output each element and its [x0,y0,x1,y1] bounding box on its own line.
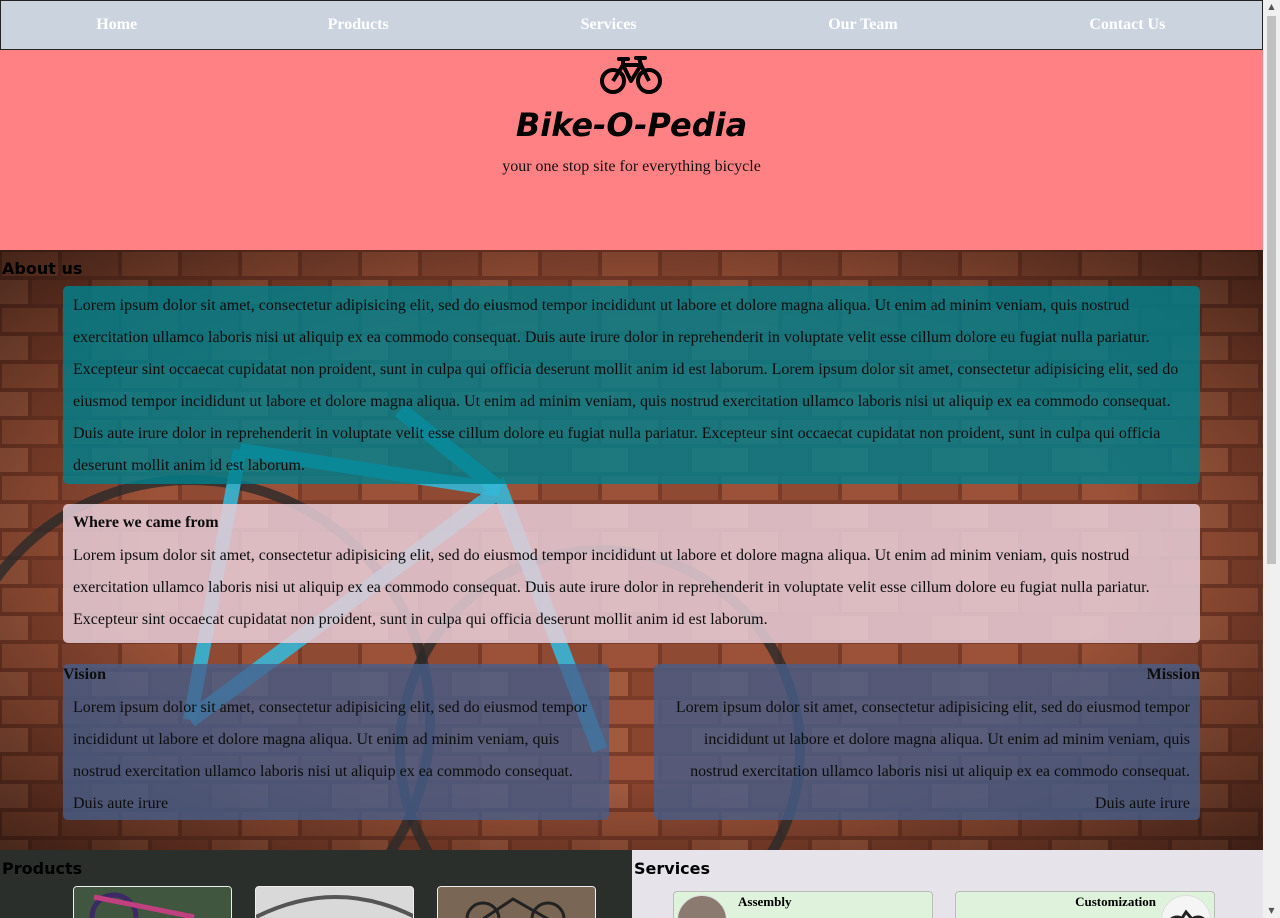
scrollbar-thumb[interactable] [1267,16,1276,564]
nav-our-team-link[interactable]: Our Team [733,16,992,34]
services-heading: Services [634,859,711,878]
top-navbar: Home Products Services Our Team Contact … [0,0,1263,50]
vision-title: Vision [63,666,106,683]
nav-home-link[interactable]: Home [1,16,232,34]
nav-contact-us-link[interactable]: Contact Us [993,16,1262,34]
nav-services-link[interactable]: Services [484,16,733,34]
product-image-2 [256,887,413,918]
service-label-customization: Customization [1075,894,1156,909]
about-intro-text: Lorem ipsum dolor sit amet, consectetur … [73,297,1179,474]
mission-title: Mission [1146,666,1200,683]
about-heading: About us [2,259,83,278]
product-image-1 [74,887,231,918]
site-tagline: your one stop site for everything bicycl… [502,158,761,175]
service-card-assembly[interactable]: Assembly [673,891,933,918]
scroll-down-arrow-icon[interactable]: ▼ [1267,907,1276,915]
nav-products-link[interactable]: Products [232,16,483,34]
products-heading: Products [2,859,83,878]
mission-text: Lorem ipsum dolor sit amet, consectetur … [675,699,1190,812]
vision-box: Vision Lorem ipsum dolor sit amet, conse… [63,664,609,820]
origin-box: Where we came from Lorem ipsum dolor sit… [63,504,1200,643]
service-label-assembly: Assembly [738,894,792,909]
product-thumbnail-2[interactable] [255,886,414,918]
services-section: Services Assembly Customization [632,850,1263,918]
scroll-up-arrow-icon[interactable]: ▲ [1267,3,1276,11]
products-section: Products [0,850,632,918]
vision-text: Lorem ipsum dolor sit amet, consectetur … [73,699,588,812]
page-scrollbar[interactable]: ▲ ▼ [1263,0,1280,918]
origin-title: Where we came from [73,514,219,531]
bicycle-icon [600,56,662,94]
bicycle-icon [1170,909,1205,918]
about-intro-box: Lorem ipsum dolor sit amet, consectetur … [63,286,1200,484]
assembly-avatar [677,895,727,918]
hero-banner: Bike-O-Pedia your one stop site for ever… [0,50,1263,250]
site-title: Bike-O-Pedia [515,106,748,144]
origin-text: Lorem ipsum dolor sit amet, consectetur … [73,547,1150,628]
service-card-customization[interactable]: Customization [955,891,1215,918]
product-thumbnail-3[interactable] [437,886,596,918]
mission-box: Mission Lorem ipsum dolor sit amet, cons… [654,664,1200,820]
product-thumbnail-1[interactable] [73,886,232,918]
customization-avatar [1161,895,1211,918]
about-section: About us Lorem ipsum dolor sit amet, con… [0,250,1263,850]
product-image-3 [438,887,595,918]
